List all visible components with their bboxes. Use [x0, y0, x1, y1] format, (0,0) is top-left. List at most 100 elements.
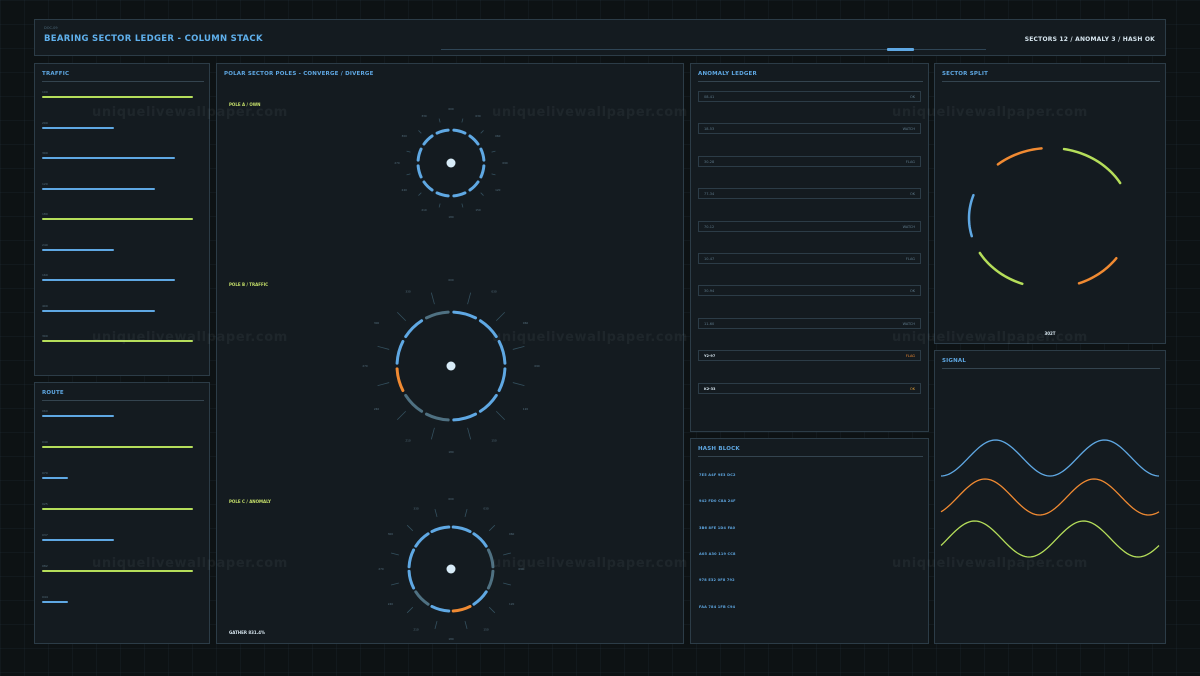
signal-wave	[940, 520, 1160, 558]
pole-tick-mark	[464, 621, 468, 629]
traffic-bar-track	[42, 157, 193, 159]
pole-tick-mark	[488, 524, 496, 532]
hash-line: A05 A30 119 CC8	[699, 551, 736, 556]
pole-tick-mark	[430, 292, 435, 305]
ledger-row-id: 70-12	[704, 224, 715, 229]
pole-tick-mark	[491, 150, 496, 153]
route-bar-label: 070	[42, 471, 48, 475]
pole-arc-segment	[479, 147, 486, 162]
sector-split-panel: SECTOR SPLIT 302T	[934, 63, 1166, 344]
ledger-row-status: OK	[909, 289, 915, 294]
pole-tick-mark	[438, 203, 441, 208]
pole-arc-segment	[424, 310, 450, 320]
ledger-row-id: 18-53	[704, 127, 715, 132]
ledger-row[interactable]: Y2-97 FLAG	[698, 350, 921, 362]
header-bar: DOC-09 BEARING SECTOR LEDGER - COLUMN ST…	[34, 19, 1166, 56]
pole-arc-segment	[414, 590, 430, 606]
anomaly-title: ANOMALY LEDGER	[698, 71, 923, 82]
sector-arc	[996, 147, 1043, 166]
traffic-bar-label: 400	[42, 303, 48, 308]
route-bar-label: 060	[42, 409, 48, 413]
route-bar-fill	[42, 477, 68, 479]
traffic-bar-label: 100	[42, 90, 48, 94]
pole-tick-label: 090	[534, 364, 540, 368]
ledger-row[interactable]: 10-47 FLAG	[698, 253, 921, 264]
pole-tick-label: 000	[448, 278, 454, 282]
pole-tick-mark	[434, 621, 438, 629]
pole-tick-mark	[467, 292, 472, 305]
route-bar-label: 037	[42, 533, 48, 537]
traffic-bar-label: 300	[42, 151, 48, 155]
traffic-bar-fill	[42, 309, 156, 312]
pole-tick-mark	[396, 311, 407, 322]
pole-tick-mark	[464, 509, 468, 517]
pole-tick-label: 000	[448, 497, 454, 501]
route-bar-track	[42, 539, 193, 541]
pole-arc-segment	[451, 604, 472, 613]
pole-tick-label: 210	[405, 438, 411, 442]
header-progress-marker	[887, 48, 914, 51]
ledger-row[interactable]: 70-12 WATCH	[698, 220, 921, 232]
signal-panel: SIGNAL	[934, 350, 1166, 644]
route-bar-track	[42, 477, 193, 479]
pole-tick-mark	[377, 345, 390, 350]
pole-arc-segment	[404, 319, 424, 339]
anomaly-ledger-panel: ANOMALY LEDGER 08-41 OK 18-53 WATCH 30-28 FLA…	[690, 63, 929, 432]
ledger-row[interactable]: 08-41 OK	[698, 91, 921, 102]
pole-tick-label: 000	[448, 107, 454, 111]
pole-c-dial: 000 030 060 090 120 150 180 210 240 270 300 330	[378, 497, 524, 641]
pole-tick-mark	[396, 410, 407, 421]
route-bar-fill	[42, 508, 193, 510]
ledger-row-id: 10-47	[704, 257, 715, 261]
ledger-row[interactable]: 77-34 OK	[698, 188, 921, 200]
sector-arc	[1077, 256, 1118, 285]
pole-tick-mark	[512, 382, 525, 387]
signal-wave	[940, 439, 1160, 477]
ledger-row[interactable]: K2-33 OK	[698, 382, 921, 394]
pole-tick-label: 030	[483, 506, 489, 510]
pole-center-dot	[446, 564, 456, 574]
traffic-bar-track	[42, 187, 193, 190]
pole-tick-label: 270	[362, 364, 368, 368]
ledger-row[interactable]: 18-53 WATCH	[698, 123, 921, 135]
ledger-row[interactable]: 30-94 OK	[698, 285, 921, 297]
ledger-row-id: K2-33	[704, 386, 716, 391]
pole-tick-label: 330	[421, 114, 427, 118]
header-progress-track	[441, 48, 986, 51]
pole-tick-label: 300	[402, 134, 408, 138]
route-bar-label: 044	[42, 595, 48, 599]
pole-arc-segment	[472, 590, 488, 606]
pole-tick-mark	[418, 130, 422, 134]
route-bar-label: 082	[42, 564, 48, 568]
signal-waves	[940, 439, 1160, 558]
pole-arc-segment	[407, 569, 416, 590]
pole-arc-segment	[404, 393, 424, 413]
hash-title: HASH BLOCK	[698, 446, 923, 457]
traffic-panel: TRAFFIC 100 200 300 120 180 240 160 400 300	[34, 63, 210, 376]
ledger-row[interactable]: 30-28 FLAG	[698, 155, 921, 167]
traffic-bar-track	[42, 96, 193, 98]
pole-tick-label: 330	[413, 506, 419, 510]
pole-arc-segment	[422, 134, 434, 146]
route-bar-fill	[42, 601, 68, 603]
route-bar-fill	[42, 570, 193, 572]
traffic-bar-fill	[42, 340, 193, 342]
route-bar-label: 040	[42, 440, 48, 444]
pole-tick-label: 120	[523, 407, 529, 411]
pole-tick-label: 060	[509, 532, 515, 536]
pole-arc-segment	[424, 412, 450, 422]
pole-tick-label: 180	[448, 637, 454, 641]
pole-arc-segment	[486, 569, 495, 590]
traffic-bar-track	[42, 279, 193, 281]
pole-arc-segment	[452, 310, 478, 320]
pole-tick-label: 150	[491, 438, 497, 442]
pole-tick-label: 180	[448, 215, 454, 219]
ledger-row-status: FLAG	[905, 354, 915, 359]
ledger-row-id: 08-41	[704, 95, 715, 99]
ledger-row[interactable]: 11-60 WATCH	[698, 317, 921, 329]
route-bar-track	[42, 446, 193, 448]
route-bar-track	[42, 415, 193, 417]
gather-readout: GATHER 831.4%	[229, 630, 266, 635]
traffic-bar-track	[42, 126, 193, 129]
sector-arc	[967, 193, 975, 238]
